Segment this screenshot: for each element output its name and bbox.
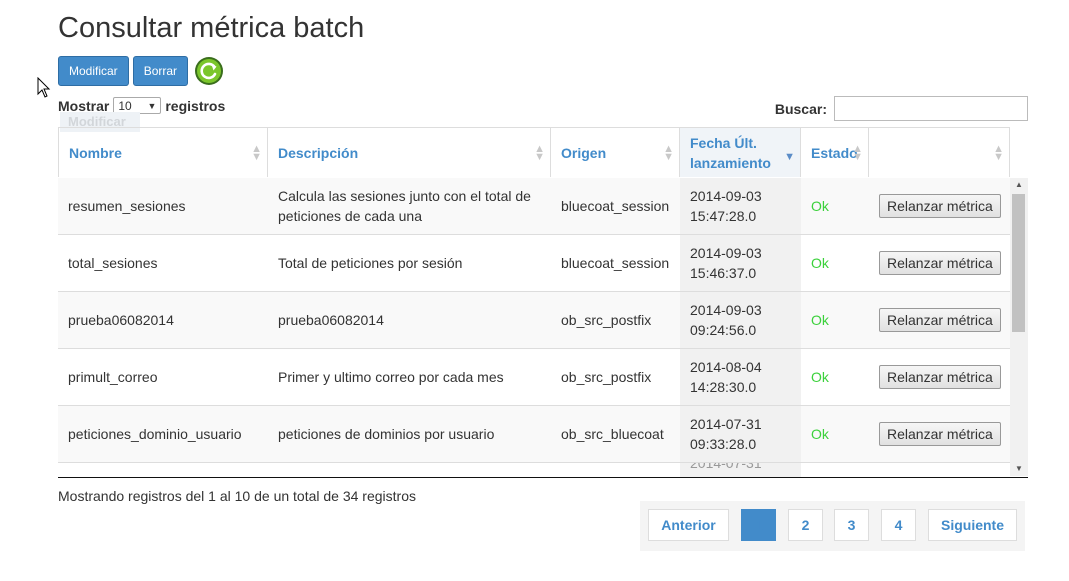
sort-icon: ▲ ▼ bbox=[852, 142, 863, 163]
metrics-table: Nombre ▲ ▼ Descripción ▲ ▼ Origen ▲ ▼ Fecha… bbox=[58, 127, 1028, 478]
cell-nombre: resumen_sesiones bbox=[68, 198, 186, 214]
pagination: Anterior 1 2 3 4 Siguiente bbox=[640, 501, 1025, 551]
table-info: Mostrando registros del 1 al 10 de un to… bbox=[58, 488, 416, 504]
cell-descripcion: peticiones de dominios por usuario bbox=[278, 426, 495, 442]
search-label: Buscar: bbox=[774, 100, 827, 117]
col-header-descripcion[interactable]: Descripción ▲ ▼ bbox=[268, 128, 551, 177]
sort-desc-icon: ▼ bbox=[784, 151, 795, 164]
table-body: resumen_sesiones Calcula las sesiones ju… bbox=[58, 178, 1010, 477]
search-control: Buscar: bbox=[775, 96, 1028, 121]
table-row: peticiones_dominio_usuario peticiones de… bbox=[58, 406, 1010, 463]
relaunch-metric-button[interactable]: Relanzar métrica bbox=[879, 365, 1001, 389]
prev-page-button[interactable]: Anterior bbox=[648, 509, 729, 541]
cell-descripcion: Total de peticiones por sesión bbox=[278, 255, 463, 271]
cell-fecha-partial: 2014-07-31 bbox=[680, 463, 801, 477]
mouse-cursor-icon bbox=[37, 77, 51, 98]
relaunch-metric-button[interactable]: Relanzar métrica bbox=[879, 422, 1001, 446]
page-title: Consultar métrica batch bbox=[58, 12, 365, 44]
cell-action: Relanzar métrica bbox=[869, 235, 1010, 291]
toolbar: Modificar Borrar bbox=[58, 56, 224, 86]
cell-descripcion: Calcula las sesiones junto con el total … bbox=[278, 188, 531, 224]
cell-nombre: primult_correo bbox=[68, 369, 158, 385]
table-row: prueba06082014 prueba06082014 ob_src_pos… bbox=[58, 292, 1010, 349]
page-1-button[interactable]: 1 bbox=[741, 509, 776, 541]
col-header-actions[interactable]: ▲ ▼ bbox=[869, 128, 1010, 177]
delete-button[interactable]: Borrar bbox=[132, 56, 189, 86]
cell-action: Relanzar métrica bbox=[869, 292, 1010, 348]
cell-fecha: 2014-08-04 14:28:30.0 bbox=[680, 349, 801, 405]
cell-fecha: 2014-09-03 15:46:37.0 bbox=[680, 235, 801, 291]
page-2-button[interactable]: 2 bbox=[788, 509, 823, 541]
scroll-down-icon[interactable]: ▼ bbox=[1010, 462, 1028, 476]
cell-descripcion: prueba06082014 bbox=[278, 312, 384, 328]
refresh-icon[interactable] bbox=[194, 56, 224, 86]
relaunch-metric-button[interactable]: Relanzar métrica bbox=[879, 308, 1001, 332]
length-suffix-label: registros bbox=[165, 97, 226, 114]
modify-button[interactable]: Modificar bbox=[58, 56, 129, 86]
scroll-up-icon[interactable]: ▲ bbox=[1010, 178, 1028, 192]
search-input[interactable] bbox=[834, 96, 1028, 121]
cell-origen: ob_src_bluecoat bbox=[561, 426, 664, 442]
table-scrollbar[interactable]: ▲ ▼ bbox=[1010, 178, 1028, 476]
cell-origen: ob_src_postfix bbox=[561, 312, 652, 328]
cell-origen: bluecoat_session bbox=[561, 255, 670, 271]
scroll-thumb[interactable] bbox=[1012, 194, 1025, 332]
relaunch-metric-button[interactable]: Relanzar métrica bbox=[879, 194, 1001, 218]
table-row: total_sesiones Total de peticiones por s… bbox=[58, 235, 1010, 292]
sort-icon: ▲ ▼ bbox=[534, 142, 545, 163]
cell-origen: ob_src_postfix bbox=[561, 369, 652, 385]
col-header-nombre[interactable]: Nombre ▲ ▼ bbox=[58, 128, 268, 177]
col-header-origen[interactable]: Origen ▲ ▼ bbox=[551, 128, 680, 177]
table-row-partial: 2014-07-31 bbox=[58, 463, 1010, 477]
cell-nombre: peticiones_dominio_usuario bbox=[68, 426, 242, 442]
cell-origen: bluecoat_session bbox=[561, 198, 670, 214]
table-row: resumen_sesiones Calcula las sesiones ju… bbox=[58, 178, 1010, 235]
col-header-estado[interactable]: Estado ▲ ▼ bbox=[801, 128, 869, 177]
sort-icon: ▲ ▼ bbox=[663, 142, 674, 163]
cell-fecha: 2014-09-03 09:24:56.0 bbox=[680, 292, 801, 348]
cell-estado: Ok bbox=[811, 255, 829, 271]
sort-icon: ▲ ▼ bbox=[251, 142, 262, 163]
page-3-button[interactable]: 3 bbox=[834, 509, 869, 541]
cell-fecha: 2014-09-03 15:47:28.0 bbox=[680, 178, 801, 234]
cell-estado: Ok bbox=[811, 312, 829, 328]
table-header-row: Nombre ▲ ▼ Descripción ▲ ▼ Origen ▲ ▼ Fecha… bbox=[58, 127, 1010, 179]
page-length-value: 10 bbox=[118, 98, 132, 113]
col-header-fecha[interactable]: Fecha Últ. lanzamiento ▼ bbox=[680, 128, 801, 177]
cell-estado: Ok bbox=[811, 198, 829, 214]
sort-icon: ▲ ▼ bbox=[993, 142, 1004, 163]
cell-action: Relanzar métrica bbox=[869, 406, 1010, 462]
cell-nombre: total_sesiones bbox=[68, 255, 158, 271]
cell-fecha: 2014-07-31 09:33:28.0 bbox=[680, 406, 801, 462]
cell-nombre: prueba06082014 bbox=[68, 312, 174, 328]
cell-estado: Ok bbox=[811, 426, 829, 442]
cell-descripcion: Primer y ultimo correo por cada mes bbox=[278, 369, 504, 385]
next-page-button[interactable]: Siguiente bbox=[928, 509, 1017, 541]
table-row: primult_correo Primer y ultimo correo po… bbox=[58, 349, 1010, 406]
cell-action: Relanzar métrica bbox=[869, 178, 1010, 234]
cell-action: Relanzar métrica bbox=[869, 349, 1010, 405]
page-4-button[interactable]: 4 bbox=[881, 509, 916, 541]
cell-estado: Ok bbox=[811, 369, 829, 385]
relaunch-metric-button[interactable]: Relanzar métrica bbox=[879, 251, 1001, 275]
chevron-down-icon: ▼ bbox=[147, 100, 157, 111]
